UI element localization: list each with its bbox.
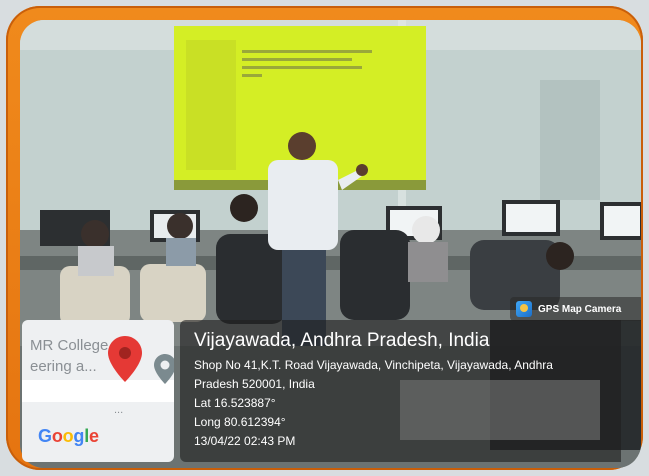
address-line1: Shop No 41,K.T. Road Vijayawada, Vinchip…	[194, 358, 553, 372]
map-pin-red-icon	[108, 336, 142, 382]
google-logo-letter: o	[62, 426, 74, 446]
location-title: Vijayawada, Andhra Pradesh, India	[194, 330, 490, 351]
datetime: 13/04/22 02:43 PM	[194, 434, 296, 448]
google-logo-letter: e	[89, 426, 99, 446]
google-logo: Google	[38, 426, 99, 447]
latitude: Lat 16.523887°	[194, 396, 276, 410]
google-logo-letter: o	[51, 426, 63, 446]
google-logo-letter: G	[38, 426, 52, 446]
location-info-panel: Vijayawada, Andhra Pradesh, India Shop N…	[180, 320, 621, 462]
longitude: Long 80.612394°	[194, 415, 286, 429]
google-logo-letter: g	[73, 426, 85, 446]
map-dots: ...	[114, 404, 124, 416]
map-thumbnail: MR College eering a... ... Google	[22, 320, 174, 462]
map-road	[22, 380, 174, 402]
gps-map-camera-badge: GPS Map Camera	[510, 297, 641, 321]
teacher-head	[288, 132, 316, 160]
gps-map-camera-icon	[516, 301, 532, 317]
address-line2: Pradesh 520001, India	[194, 377, 315, 391]
teacher-shirt	[268, 160, 338, 250]
map-pin-grey-icon	[154, 354, 174, 384]
gps-badge-label: GPS Map Camera	[538, 303, 622, 315]
